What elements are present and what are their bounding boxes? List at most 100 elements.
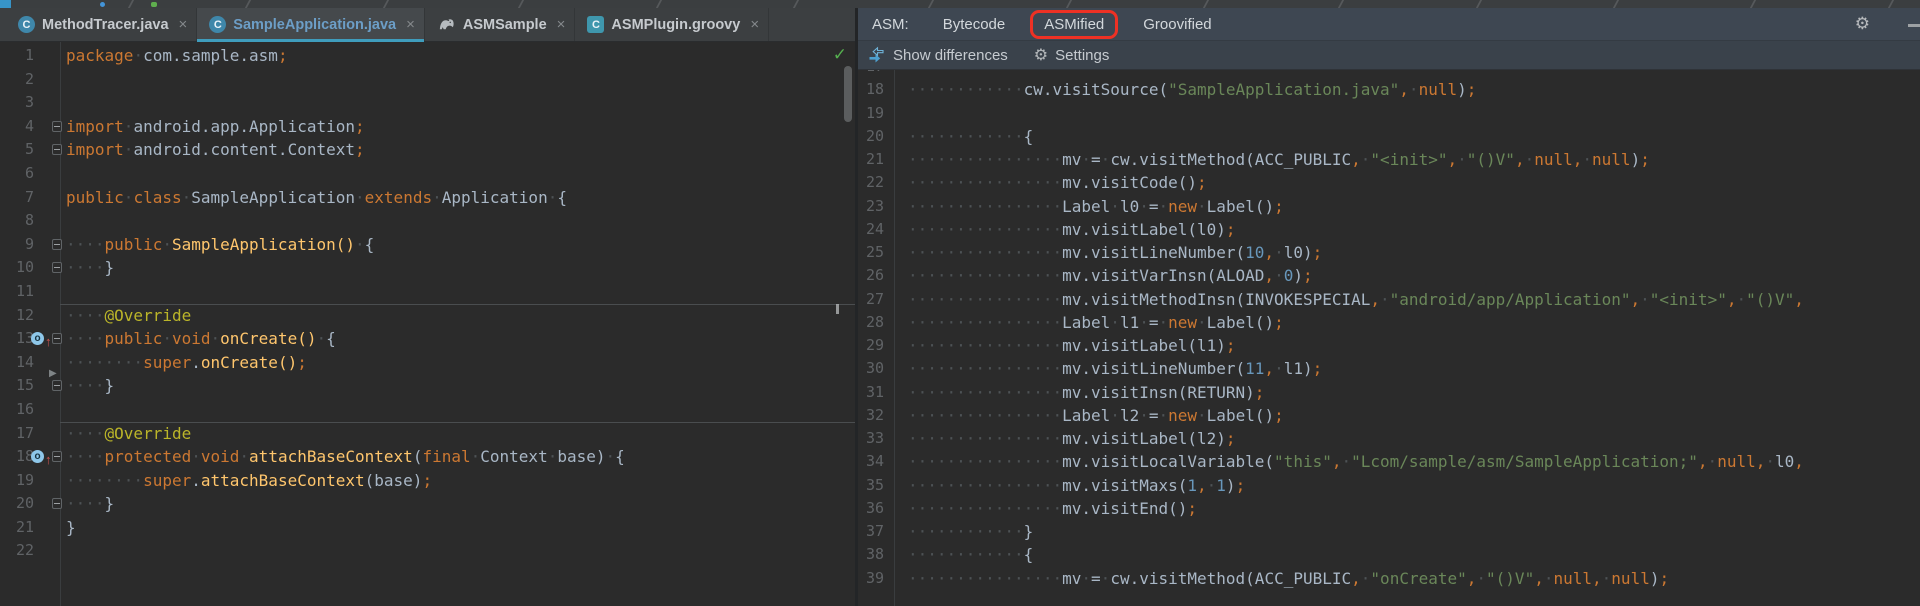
code-line: 32 ················Label·l2·=·new·Label()… <box>858 404 1920 427</box>
code-line: 2 <box>0 68 855 92</box>
fold-start-icon[interactable] <box>52 238 62 250</box>
editor-tab-asmplugin-groovy[interactable]: C ASMPlugin.groovy × <box>575 8 770 41</box>
hide-panel-icon[interactable] <box>1908 24 1920 27</box>
close-icon[interactable]: × <box>557 17 566 32</box>
close-icon[interactable]: × <box>750 17 759 32</box>
code-token: ; <box>1235 475 1246 495</box>
code-token: , <box>1264 243 1275 262</box>
code-token: ( <box>412 447 423 467</box>
line-number: 34 <box>865 452 884 471</box>
whitespace-dots: ···· <box>66 234 105 254</box>
code-token: ; <box>1312 359 1323 379</box>
code-text: ················Label·l1·=·new·Label(); <box>908 311 1920 334</box>
fold-end-icon[interactable] <box>52 498 62 510</box>
code-line: 15 ····} <box>0 374 855 398</box>
editor-tab-asmsample[interactable]: ASMSample × <box>425 8 576 41</box>
code-token: mv.visitMethodInsn(INVOKESPECIAL <box>1062 289 1371 309</box>
code-token: l1 <box>1119 312 1140 332</box>
asm-tab-bytecode[interactable]: Bytecode <box>943 16 1006 33</box>
code-line: 7 public·class·SampleApplication·extends·… <box>0 186 855 210</box>
fold-start-icon[interactable] <box>52 333 62 345</box>
line-number: 33 <box>865 429 884 447</box>
fold-start-icon[interactable] <box>52 120 62 132</box>
line-number: 9 <box>24 234 34 253</box>
code-text: ············cw.visitSource("SampleApplic… <box>908 78 1920 101</box>
code-line: 18 ············cw.visitSource("SampleAppl… <box>858 78 1920 101</box>
settings-button[interactable]: Settings <box>1055 47 1109 64</box>
code-token: Label <box>1062 312 1111 332</box>
gear-icon[interactable]: ⚙ <box>1855 15 1870 33</box>
show-differences-button[interactable]: Show differences <box>893 47 1008 64</box>
code-text: public·class·SampleApplication·extends·A… <box>66 186 855 210</box>
code-token: SampleApplication() <box>171 234 355 254</box>
code-token: ) <box>1293 266 1303 286</box>
inspection-ok-icon[interactable]: ✓ <box>833 45 847 65</box>
code-line: 13 o ↑ ····public·void·onCreate()·{ <box>0 327 855 351</box>
close-icon[interactable]: × <box>406 17 415 32</box>
asmified-output-editor[interactable]: 1718············cw.visitSource("SampleAp… <box>858 70 1920 606</box>
code-line: 11 <box>0 280 855 304</box>
code-text: ················Label·l2·=·new·Label(); <box>908 404 1920 427</box>
code-token: super <box>143 470 192 490</box>
asm-tab-groovified[interactable]: Groovified <box>1143 16 1211 33</box>
whitespace-dots: · <box>1736 289 1747 309</box>
editor-tab-sampleapplication-java[interactable]: C SampleApplication.java × <box>197 8 425 42</box>
whitespace-dots: · <box>1158 196 1169 216</box>
whitespace-dots: · <box>1158 405 1169 425</box>
code-token: , <box>1697 452 1708 472</box>
fold-start-icon[interactable] <box>52 451 62 463</box>
fold-end-icon[interactable] <box>52 262 62 274</box>
code-line: 17 <box>858 70 1920 78</box>
code-token: mv.visitMaxs( <box>1062 475 1188 495</box>
code-token: 11 <box>1245 359 1265 379</box>
overrides-method-icon[interactable]: o <box>31 450 44 464</box>
whitespace-dots: · <box>133 46 144 65</box>
code-token: onCreate() <box>220 329 317 349</box>
ide-window: C MethodTracer.java × C SampleApplication.ja… <box>0 0 1920 606</box>
code-token: new <box>1168 312 1198 332</box>
code-text: ········super.onCreate(); <box>66 351 855 375</box>
code-token: new <box>1168 405 1198 425</box>
code-token: ) <box>1457 80 1467 100</box>
line-number: 17 <box>15 423 34 442</box>
method-separator <box>60 421 855 423</box>
code-token: "android/app/Application" <box>1389 289 1631 309</box>
whitespace-dots: · <box>123 187 134 207</box>
code-token: mv <box>1062 150 1082 169</box>
whitespace-dots: · <box>316 329 327 349</box>
whitespace-dots: ················ <box>908 405 1063 425</box>
fold-end-icon[interactable] <box>52 144 62 156</box>
code-line: 23 ················Label·l0·=·new·Label()… <box>858 195 1920 218</box>
line-number: 39 <box>865 568 884 587</box>
code-token: { <box>364 234 375 254</box>
editor-tab-methodtracer-java[interactable]: C MethodTracer.java × <box>6 8 198 41</box>
code-token: mv.visitLabel(l2) <box>1062 429 1226 448</box>
line-number: 29 <box>865 336 884 354</box>
code-text: ················mv.visitLabel(l0); <box>908 218 1920 241</box>
whitespace-dots: · <box>1100 568 1111 588</box>
code-token: Label() <box>1206 196 1275 216</box>
close-icon[interactable]: × <box>179 17 188 32</box>
line-number: 38 <box>865 545 884 564</box>
asm-tab-asmified[interactable]: ASMified <box>1030 9 1119 39</box>
tab-label: MethodTracer.java <box>42 16 169 33</box>
breadcrumb-slash <box>655 0 663 8</box>
whitespace-dots: · <box>1408 80 1419 100</box>
editor-scrollbar[interactable] <box>844 66 852 122</box>
code-token: mv.visitInsn(RETURN) <box>1062 382 1255 402</box>
line-number: 18 <box>15 447 34 466</box>
code-token: { <box>326 329 336 349</box>
whitespace-dots: ················ <box>908 150 1063 169</box>
code-token: , <box>1592 568 1602 588</box>
whitespace-dots: ················ <box>908 452 1063 472</box>
breadcrumb-slash <box>127 0 135 8</box>
code-token: , <box>1755 452 1766 472</box>
whitespace-dots: · <box>1360 150 1371 169</box>
overrides-method-icon[interactable]: o <box>31 332 44 346</box>
code-token: , <box>1466 568 1477 588</box>
whitespace-dots: ················ <box>908 568 1063 588</box>
java-source-editor[interactable]: 1 package·com.sample.asm; 2 3 4 import·androi… <box>0 42 855 606</box>
code-token: import <box>66 116 124 136</box>
whitespace-dots: · <box>1110 405 1120 425</box>
fold-end-icon[interactable] <box>52 380 62 392</box>
